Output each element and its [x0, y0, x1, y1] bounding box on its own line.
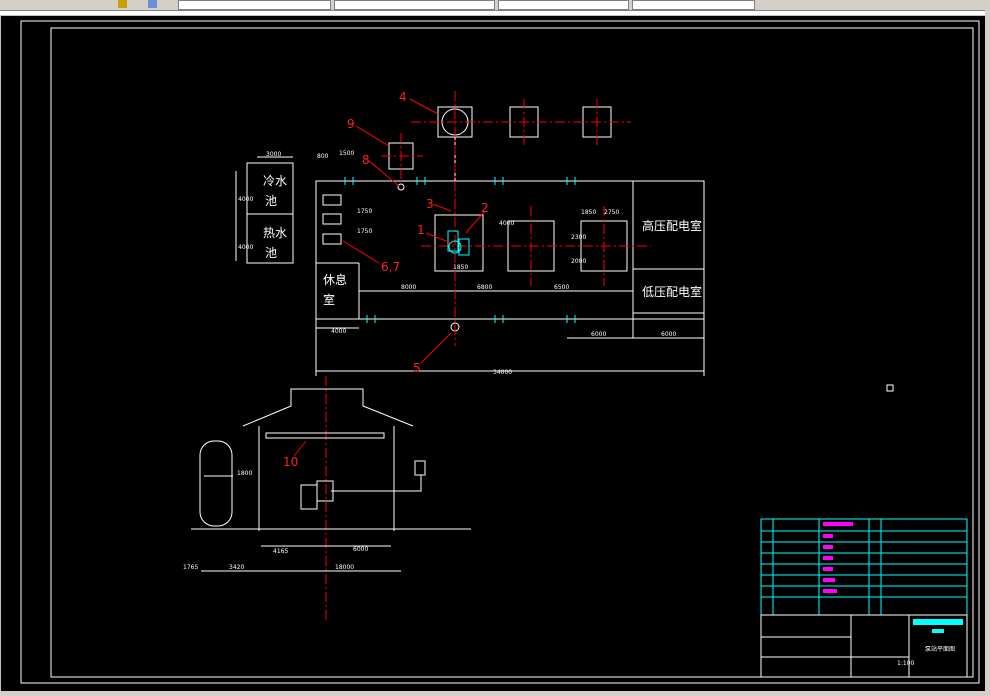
- vertical-scrollbar[interactable]: [985, 10, 990, 696]
- dim-sec-b: 6000: [353, 546, 368, 553]
- drawing-canvas[interactable]: 高压配电室 低压配电室 休息 室 冷水 池 热水 池 1 2 3 4 5 6,7…: [0, 15, 986, 693]
- dim-right-b: 2750: [604, 209, 619, 216]
- dim-top-b: 1500: [339, 150, 354, 157]
- title-block-scale: 1:100: [897, 660, 914, 667]
- lineweight-dropdown[interactable]: [632, 0, 755, 10]
- layer-icon[interactable]: [118, 0, 127, 8]
- title-block-title: 泵站平面图: [925, 645, 955, 653]
- dim-plan-left: 4000: [331, 328, 346, 335]
- dim-right-a: 1850: [581, 209, 596, 216]
- callout-5: 5: [413, 361, 421, 375]
- hot-pool-label-top: 热水: [263, 226, 287, 240]
- dim-seg-e: 6000: [661, 331, 676, 338]
- hot-pool-label-bottom: 池: [265, 246, 277, 260]
- cube-icon[interactable]: [148, 0, 157, 8]
- rest-room-label-top: 休息: [323, 272, 347, 287]
- dim-seg-c: 6500: [554, 284, 569, 291]
- plan-building: [315, 180, 705, 376]
- dim-sec-a: 4165: [273, 548, 288, 555]
- low-voltage-room-label: 低压配电室: [642, 284, 702, 299]
- dim-side-b: 1750: [357, 228, 372, 235]
- dim-seg-b: 6800: [477, 284, 492, 291]
- callout-3: 3: [426, 197, 434, 211]
- dim-plan-total: 34000: [493, 369, 512, 376]
- high-voltage-room-label: 高压配电室: [642, 218, 702, 233]
- dim-sec-h: 1800: [237, 470, 252, 477]
- callout-6-7: 6,7: [381, 260, 400, 274]
- cad-drawing: 高压配电室 低压配电室 休息 室 冷水 池 热水 池 1 2 3 4 5 6,7…: [20, 20, 980, 684]
- dim-sec-total: 18000: [335, 564, 354, 571]
- dim-vert-c: 2000: [571, 258, 586, 265]
- center-lines: [325, 91, 651, 621]
- dim-sec-d: 1765: [183, 564, 198, 571]
- dim-sec-c: 3420: [229, 564, 244, 571]
- linetype-dropdown[interactable]: [498, 0, 629, 10]
- dim-vert-a: 4000: [499, 220, 514, 227]
- layer-dropdown[interactable]: [178, 0, 331, 10]
- callout-9: 9: [347, 117, 355, 131]
- callout-4: 4: [399, 90, 407, 104]
- dim-vert-b: 2300: [571, 234, 586, 241]
- top-equipment: [388, 106, 612, 332]
- section-view: [191, 388, 471, 572]
- cold-pool-label-top: 冷水: [263, 174, 287, 188]
- dim-pool-h1: 4000: [238, 196, 253, 203]
- horizontal-scrollbar[interactable]: [0, 691, 990, 696]
- rest-room-label-bottom: 室: [323, 292, 335, 307]
- dim-pool-h2: 4000: [238, 244, 253, 251]
- view-marker: [886, 384, 894, 392]
- outer-frame: [20, 20, 980, 684]
- callout-2: 2: [481, 201, 489, 215]
- dim-seg-d: 6000: [591, 331, 606, 338]
- dim-pool-w: 3000: [266, 151, 281, 158]
- dim-top-a: 800: [317, 153, 329, 160]
- dim-side-a: 1750: [357, 208, 372, 215]
- dim-mid-a: 1850: [453, 264, 468, 271]
- dim-seg-a: 8000: [401, 284, 416, 291]
- callout-10: 10: [283, 455, 298, 469]
- title-block: [760, 518, 968, 678]
- cold-pool-label-bottom: 池: [265, 194, 277, 208]
- toolbar: [0, 0, 990, 11]
- parts-list-entries: [823, 522, 853, 593]
- callout-8: 8: [362, 153, 370, 167]
- pump-plan: [447, 230, 470, 256]
- callout-1: 1: [417, 223, 425, 237]
- color-dropdown[interactable]: [334, 0, 495, 10]
